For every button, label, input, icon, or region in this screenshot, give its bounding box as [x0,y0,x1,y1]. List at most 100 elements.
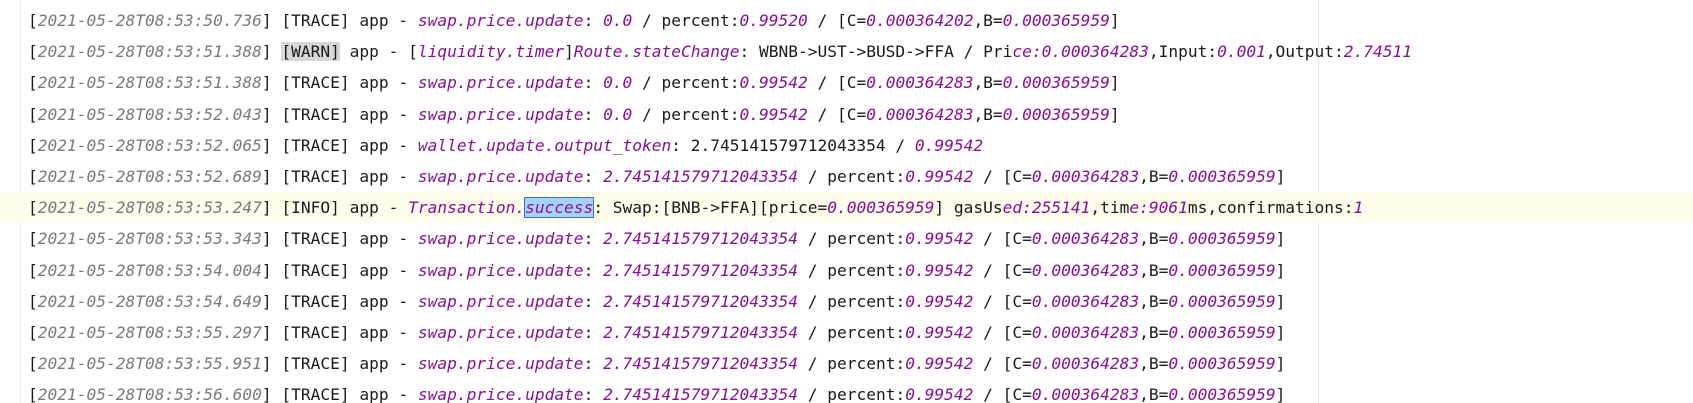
log-logger: app - [349,291,418,311]
log-message-part: : [583,291,604,311]
bracket: [ [28,260,38,280]
log-line[interactable]: [2021-05-28T08:53:56.600] [TRACE] app - … [0,379,1693,403]
log-line[interactable]: [2021-05-28T08:53:53.343] [TRACE] app - … [0,223,1693,254]
log-message-part: swap.price.update [417,11,584,30]
log-message-part: 0.000364283 [1031,166,1140,186]
log-logger: app - [349,322,418,342]
log-line[interactable]: [2021-05-28T08:53:51.388] [WARN] app - [… [0,36,1693,67]
log-message-part: ] [1275,354,1286,374]
log-level-badge: [TRACE] [281,104,350,124]
log-timestamp: 2021-05-28T08:53:52.043 [37,104,262,124]
log-logger: app - [349,354,418,374]
log-message-part: ,Input: [1148,42,1218,62]
text-selection[interactable]: success [524,197,595,219]
log-message-part: ] [1109,73,1120,93]
log-message-part: : [583,260,604,280]
bracket: [ [28,166,38,186]
log-message-part: ,B= [1139,166,1169,186]
log-line[interactable]: [2021-05-28T08:53:52.689] [TRACE] app - … [0,161,1693,192]
log-timestamp: 2021-05-28T08:53:52.689 [37,166,262,186]
log-message-part: 2.745141579712043354 [603,260,798,280]
log-message-part: / [C= [973,322,1032,342]
log-message-part: : Swap:[BNB->FFA][price= [593,198,828,218]
log-line[interactable]: [2021-05-28T08:53:54.004] [TRACE] app - … [0,255,1693,286]
log-message-part: 0.99542 [739,104,808,124]
log-message-part: 0.99542 [739,73,808,93]
log-message-part: : [583,166,604,186]
log-timestamp: 2021-05-28T08:53:54.649 [37,291,262,311]
log-message-part: ,B= [973,11,1003,30]
log-line[interactable]: [2021-05-28T08:53:53.247] [INFO] app - T… [0,192,1693,224]
log-message-part: 0.000365959 [1168,354,1276,374]
log-line[interactable]: [2021-05-28T08:53:52.065] [TRACE] app - … [0,130,1693,161]
log-message-part: 0.000364283 [1031,291,1140,311]
log-line[interactable]: [2021-05-28T08:53:52.043] [TRACE] app - … [0,99,1693,130]
log-message-part: liquidity.timer [417,42,565,62]
log-message-part: 0.000365959 [1002,104,1110,124]
log-level-badge: [TRACE] [281,354,350,374]
log-level-badge: [TRACE] [281,11,350,30]
log-logger: app - [339,42,409,62]
log-message-part: 2.745141579712043354 [603,229,798,249]
bracket: [ [28,135,38,155]
log-level-badge: [TRACE] [281,166,350,186]
log-message-part: 0.99542 [905,291,974,311]
log-message-part: 1 [1353,198,1364,218]
log-line[interactable]: [2021-05-28T08:53:50.736] [TRACE] app - … [0,5,1693,36]
log-message-part: swap.price.update [417,104,584,124]
log-message-part: 0.99542 [905,354,974,374]
log-message-part: [ [408,42,418,62]
log-message-part: ] [1275,385,1286,403]
log-message-part: wallet.update.output_token [417,135,672,155]
log-message-part: ] [1275,322,1286,342]
log-line[interactable]: [2021-05-28T08:53:55.297] [TRACE] app - … [0,317,1693,348]
log-message-part: / percent: [632,73,740,93]
log-message-part: ,B= [1139,322,1169,342]
log-message-part: swap.price.update [417,322,584,342]
log-timestamp: 2021-05-28T08:53:56.600 [37,385,262,403]
log-message-part: / [C= [973,166,1032,186]
log-message-part: ] [1109,104,1120,124]
log-message-part: 0.99542 [914,135,984,155]
bracket: [ [28,322,38,342]
log-message-part: ] gasUs [934,198,1003,218]
log-timestamp: 2021-05-28T08:53:54.004 [37,260,262,280]
log-message-part: / percent: [797,322,906,342]
log-message-part: swap.price.update [417,260,584,280]
bracket: ] [261,166,282,186]
log-level-badge: [TRACE] [281,385,350,403]
log-message-part: ,B= [973,73,1003,93]
log-line[interactable]: [2021-05-28T08:53:51.388] [TRACE] app - … [0,67,1693,98]
log-logger: app - [349,73,418,93]
bracket: [ [28,42,38,62]
log-message-part: Route.stateChange [573,42,740,62]
bracket: [ [28,198,38,218]
log-message-part: 0.99542 [905,229,974,249]
log-message-part: 0.000364283 [866,73,974,93]
bracket: ] [261,229,282,249]
log-message-part: 0.000364283 [1031,260,1140,280]
bracket: ] [261,42,282,62]
log-level-badge: [INFO] [281,198,340,218]
log-logger: app - [349,260,418,280]
log-logger: app - [349,135,418,155]
log-message-part: Transaction. [408,198,526,218]
log-message-part: 2.74511 [1343,42,1413,62]
log-line[interactable]: [2021-05-28T08:53:54.649] [TRACE] app - … [0,286,1693,317]
bracket: ] [261,104,282,124]
log-view[interactable]: [2021-05-28T08:53:50.736] [TRACE] app - … [0,5,1693,403]
log-message-part: 0.000365959 [1168,291,1276,311]
bracket: ] [261,11,282,30]
log-logger: app - [349,11,418,30]
log-message-part: 0.99542 [905,260,974,280]
log-message-part: 0.0 [603,11,633,30]
bracket: ] [261,260,282,280]
log-message-part: / percent: [797,385,906,403]
log-message-part: 0.000364283 [1031,385,1140,403]
log-line[interactable]: [2021-05-28T08:53:55.951] [TRACE] app - … [0,348,1693,379]
log-message-part: / percent: [632,104,740,124]
log-message-part: swap.price.update [417,73,584,93]
log-message-part: swap.price.update [417,166,584,186]
log-message-part: / [C= [807,11,867,30]
log-timestamp: 2021-05-28T08:53:50.736 [37,11,262,30]
